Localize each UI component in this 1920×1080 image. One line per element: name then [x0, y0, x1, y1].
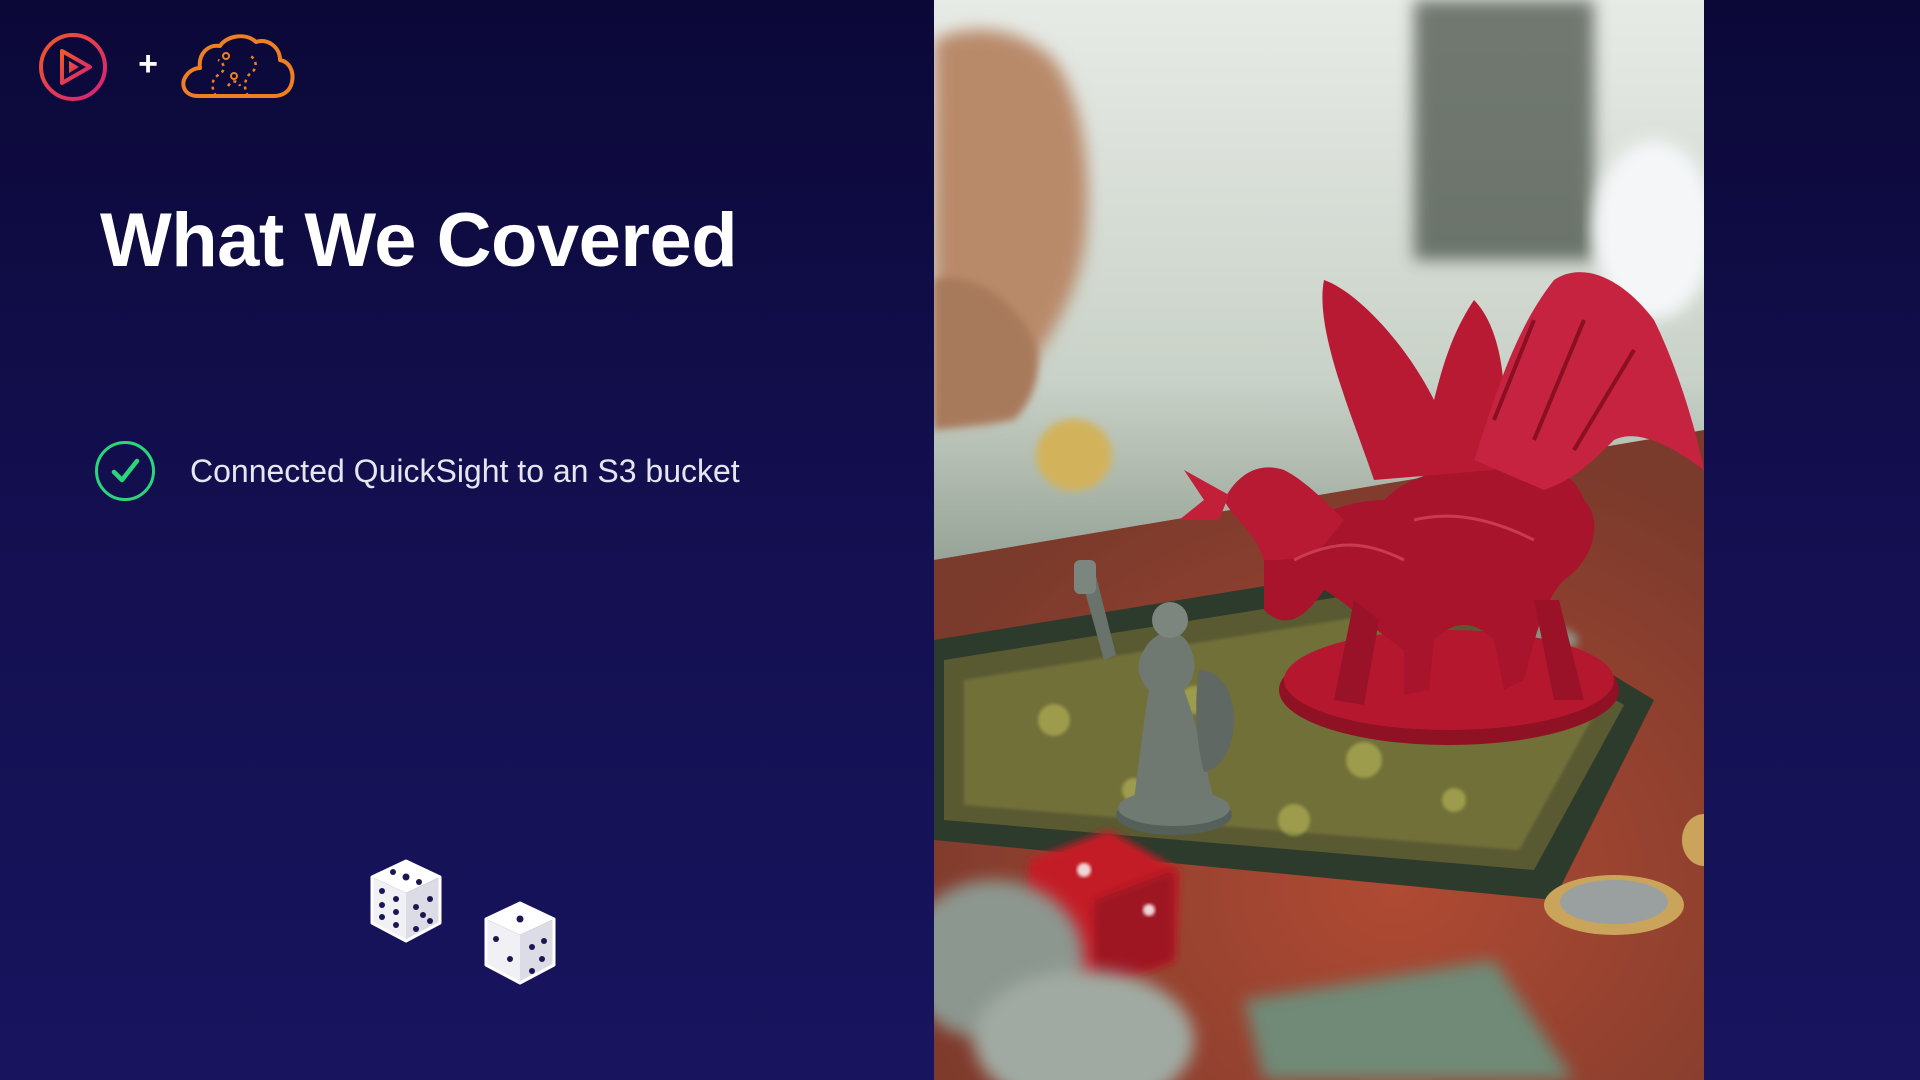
slide-title: What We Covered: [100, 198, 738, 283]
dice-icon: [370, 859, 442, 943]
dice-icon: [484, 901, 556, 985]
photo-illustration: [934, 0, 1704, 1080]
logo-separator: +: [138, 45, 158, 83]
bullet-text: Connected QuickSight to an S3 bucket: [190, 453, 740, 489]
cloud-logo-icon: [181, 34, 295, 98]
check-circle-icon: [95, 441, 155, 501]
photo-dragon-miniature: [934, 0, 1704, 1080]
pluralsight-logo-icon: [39, 33, 107, 101]
